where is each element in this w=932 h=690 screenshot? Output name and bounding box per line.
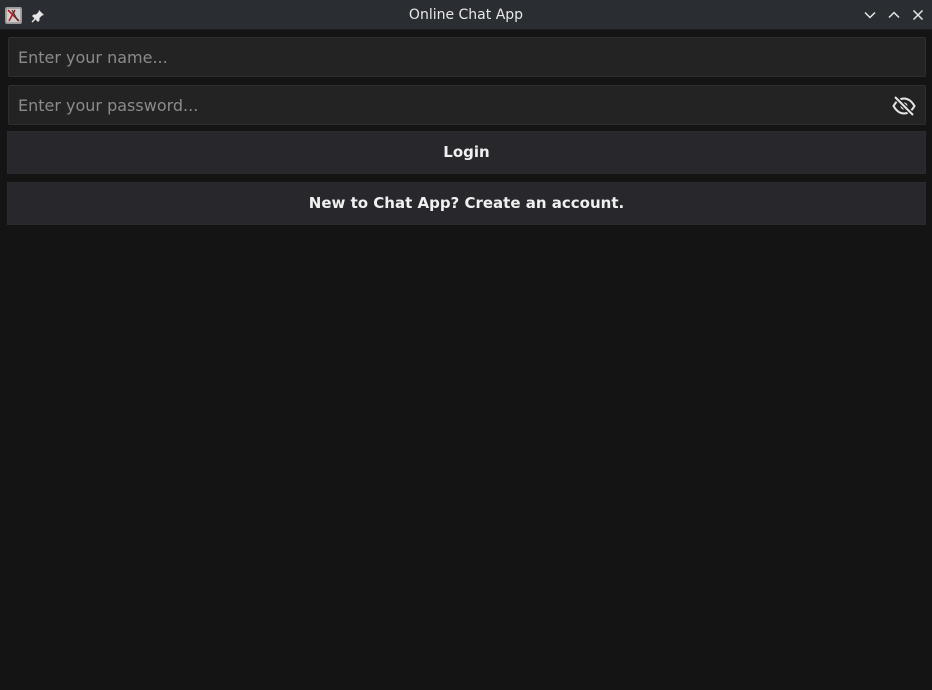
title-bar[interactable]: Online Chat App <box>0 0 932 30</box>
name-input[interactable] <box>9 38 925 76</box>
password-input[interactable] <box>9 86 925 124</box>
create-account-button[interactable]: New to Chat App? Create an account. <box>7 182 926 225</box>
close-icon[interactable] <box>910 7 926 23</box>
window-title: Online Chat App <box>408 7 524 23</box>
name-field <box>8 37 926 77</box>
eye-off-icon[interactable] <box>892 95 916 117</box>
login-button[interactable]: Login <box>7 131 926 174</box>
app-window: Online Chat App Enter your name... Login… <box>0 0 932 690</box>
chevron-down-icon[interactable] <box>862 7 878 23</box>
password-field <box>8 85 926 125</box>
chevron-up-icon[interactable] <box>886 7 902 23</box>
